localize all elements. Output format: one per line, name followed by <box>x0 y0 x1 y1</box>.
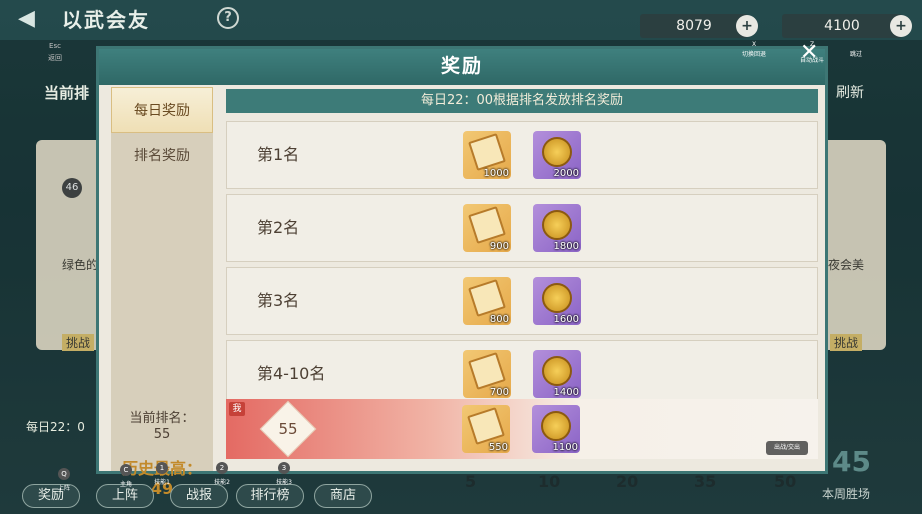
coin-amount: 1800 <box>553 241 579 252</box>
ticket-icon <box>468 279 506 317</box>
ticket-counter: 8079 + <box>640 14 758 38</box>
add-coin-button[interactable]: + <box>890 15 912 37</box>
k3-badge: 3 <box>278 462 290 474</box>
coin-counter: 4100 + <box>782 14 912 38</box>
ticket-amount: 550 <box>488 442 508 453</box>
ticket-reward[interactable]: 550 <box>462 405 510 453</box>
coin-icon <box>542 137 572 167</box>
coin-amount: 1400 <box>553 387 579 398</box>
rank-label: 第2名 <box>257 218 300 237</box>
coin-amount: 1100 <box>552 442 578 453</box>
opponent-name-left: 绿色的 <box>62 258 99 272</box>
rank-label: 第1名 <box>257 145 300 164</box>
current-rank-value: 55 <box>153 427 171 442</box>
ticket-amount: 900 <box>489 241 509 252</box>
weekly-wins-count: 45 <box>832 445 871 478</box>
q-key-badge: Q <box>58 468 70 480</box>
reward-row: 第3名 800 1600 <box>226 267 818 335</box>
page-title: 以武会友 <box>62 8 150 32</box>
current-rank-label: 当前排名： <box>129 411 195 426</box>
coin-reward[interactable]: 2000 <box>533 131 581 179</box>
opponent-name-right: 夜会美 <box>828 258 865 272</box>
ticket-reward[interactable]: 700 <box>463 350 511 398</box>
ticket-reward[interactable]: 800 <box>463 277 511 325</box>
coin-reward[interactable]: 1600 <box>533 277 581 325</box>
coin-icon <box>541 411 571 441</box>
add-ticket-button[interactable]: + <box>736 15 758 37</box>
tick-label: 50 <box>774 472 797 491</box>
coin-count: 4100 <box>824 18 860 34</box>
ticket-amount: 1000 <box>483 168 509 179</box>
x-label: 切换回退 <box>741 51 766 58</box>
back-arrow-icon[interactable]: ◀ <box>18 6 35 31</box>
ticket-icon <box>468 206 506 244</box>
k1-label: 技能1 <box>154 479 170 486</box>
my-rank-row: 我 55 550 1100 出战/交出 <box>226 399 818 459</box>
tab-rank-reward[interactable]: 排名奖励 <box>111 133 213 179</box>
x-key: X <box>751 41 757 48</box>
ticket-count: 8079 <box>676 18 712 34</box>
challenge-button-left[interactable]: 挑战 <box>62 334 95 351</box>
z-hint[interactable]: ✕ Z 自动战斗 <box>794 40 830 66</box>
c-key-badge: C <box>120 464 132 476</box>
bg-current-rank: 当前排 <box>44 84 90 102</box>
ticket-reward[interactable]: 900 <box>463 204 511 252</box>
shop-button[interactable]: 商店 <box>314 484 372 508</box>
coin-reward[interactable]: 1400 <box>533 350 581 398</box>
ticket-amount: 700 <box>489 387 509 398</box>
q-label: 上阵 <box>57 485 70 492</box>
reward-banner: 每日22：00根据排名发放排名奖励 <box>226 89 818 113</box>
challenge-button-right[interactable]: 挑战 <box>830 334 863 351</box>
weekly-wins-label: 本周胜场 <box>822 487 871 501</box>
skip-hint[interactable]: 跳过 <box>842 50 870 60</box>
x-hint[interactable]: X 切换回退 <box>736 40 772 60</box>
opponent-level-left: 46 <box>62 178 82 198</box>
tab-daily-reward[interactable]: 每日奖励 <box>111 87 213 133</box>
tick-label: 35 <box>694 472 717 491</box>
k1-badge: 1 <box>156 462 168 474</box>
rank-label: 第4-10名 <box>257 364 326 383</box>
reward-row: 第2名 900 1800 <box>226 194 818 262</box>
help-icon[interactable]: ? <box>217 7 239 29</box>
tick-label: 20 <box>616 472 639 491</box>
bg-refresh: 刷新 <box>836 85 864 101</box>
switch-hint[interactable]: 出战/交出 <box>766 441 808 455</box>
bg-daily-note: 每日22：0 <box>26 420 85 434</box>
modal-title: 奖励 <box>99 49 825 85</box>
reward-modal: 奖励 每日奖励 排名奖励 当前排名： 55 历史最高： 49 每日22：00根据… <box>96 46 828 498</box>
coin-reward[interactable]: 1800 <box>533 204 581 252</box>
tick-label: 10 <box>538 472 561 491</box>
my-rank-number: 55 <box>278 420 298 438</box>
top-bar: ◀ 以武会友 ? 8079 + 4100 + <box>0 0 922 40</box>
tick-label: 5 <box>465 472 477 491</box>
ticket-icon <box>468 133 506 171</box>
coin-reward[interactable]: 1100 <box>532 405 580 453</box>
k3-label: 技能3 <box>276 479 292 486</box>
ticket-icon <box>467 407 505 445</box>
c-label: 主角 <box>119 481 132 488</box>
ticket-reward[interactable]: 1000 <box>463 131 511 179</box>
reward-tabs: 每日奖励 排名奖励 当前排名： 55 历史最高： 49 <box>111 87 213 498</box>
me-tag: 我 <box>229 402 245 416</box>
rank-label: 第3名 <box>257 291 300 310</box>
coin-icon <box>542 210 572 240</box>
k2-badge: 2 <box>216 462 228 474</box>
switch-label: 出战/交出 <box>773 444 801 451</box>
coin-amount: 2000 <box>553 168 579 179</box>
coin-icon <box>542 356 572 386</box>
coin-amount: 1600 <box>553 314 579 325</box>
k2-label: 技能2 <box>214 479 230 486</box>
ticket-icon <box>468 352 506 390</box>
reward-row: 第1名 1000 2000 <box>226 121 818 189</box>
reward-row: 第4-10名 700 1400 <box>226 340 818 408</box>
coin-icon <box>542 283 572 313</box>
ticket-amount: 800 <box>489 314 509 325</box>
close-icon[interactable]: ✕ <box>800 42 818 64</box>
